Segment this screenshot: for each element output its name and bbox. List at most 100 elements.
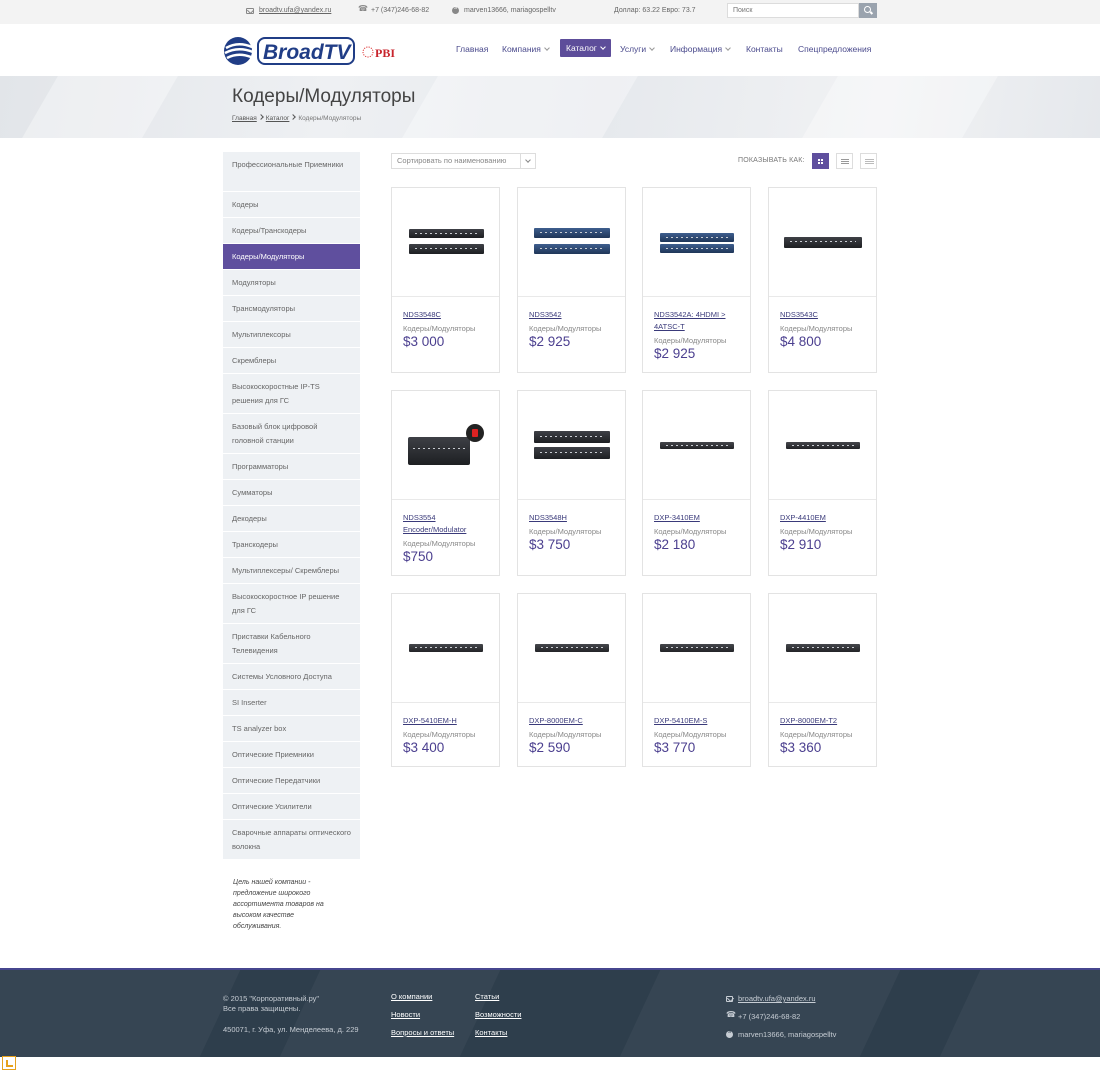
product-card[interactable]: NDS3542 Кодеры/Модуляторы $2 925 (517, 187, 626, 373)
breadcrumb-catalog[interactable]: Каталог (266, 115, 290, 122)
product-image[interactable] (518, 188, 625, 297)
view-table-button[interactable] (860, 153, 877, 169)
footer-link-about[interactable]: О компании (391, 992, 432, 1001)
sidebar-item[interactable]: Декодеры (223, 506, 360, 532)
sidebar-item[interactable]: SI Inserter (223, 690, 360, 716)
footer-link-contacts[interactable]: Контакты (475, 1028, 507, 1037)
nav-home[interactable]: Главная (456, 40, 488, 58)
footer-link-features[interactable]: Возможности (475, 1010, 521, 1019)
sidebar-item[interactable]: Скремблеры (223, 348, 360, 374)
footer-address: 450071, г. Уфа, ул. Менделеева, д. 229 (223, 1025, 359, 1034)
product-image[interactable] (392, 594, 499, 703)
nav-special-offers[interactable]: Спецпредложения (798, 40, 871, 58)
sidebar-item[interactable]: Модуляторы (223, 270, 360, 296)
footer-link-articles[interactable]: Статьи (475, 992, 499, 1001)
nav-services[interactable]: Услуги (620, 40, 655, 58)
product-card[interactable]: DXP-3410EM Кодеры/Модуляторы $2 180 (642, 390, 751, 576)
product-name-link[interactable]: DXP-4410EM (780, 512, 872, 524)
chevron-down-icon (544, 45, 550, 51)
breadcrumb-home[interactable]: Главная (232, 115, 257, 122)
product-image[interactable] (392, 188, 499, 297)
sidebar-item[interactable]: Высокоскоростное IP решение для ГС (223, 584, 360, 624)
product-image[interactable] (643, 594, 750, 703)
topbar-email[interactable]: broadtv.ufa@yandex.ru (246, 7, 331, 14)
sidebar-item[interactable]: Кодеры/Транскодеры (223, 218, 360, 244)
product-card[interactable]: NDS3543C Кодеры/Модуляторы $4 800 (768, 187, 877, 373)
product-name-link[interactable]: NDS3542 (529, 309, 621, 321)
sidebar-item-active[interactable]: Кодеры/Модуляторы (223, 244, 360, 270)
product-name-link[interactable]: NDS3554 Encoder/Modulator (403, 512, 495, 536)
product-image[interactable] (643, 391, 750, 500)
product-name-link[interactable]: NDS3548C (403, 309, 495, 321)
product-image[interactable] (769, 188, 876, 297)
sidebar-item[interactable]: Мультиплексеры/ Скремблеры (223, 558, 360, 584)
product-card[interactable]: DXP-5410EM-H Кодеры/Модуляторы $3 400 (391, 593, 500, 767)
sidebar-item[interactable]: Транскодеры (223, 532, 360, 558)
search-input[interactable] (727, 3, 859, 18)
footer-email-link[interactable]: broadtv.ufa@yandex.ru (738, 994, 816, 1003)
product-name-link[interactable]: DXP-8000EM-T2 (780, 715, 872, 727)
product-card[interactable]: NDS3554 Encoder/Modulator Кодеры/Модулят… (391, 390, 500, 576)
footer-copyright-line: © 2015 "Корпоративный.ру" (223, 994, 320, 1003)
product-name-link[interactable]: DXP-3410EM (654, 512, 746, 524)
sidebar-item[interactable]: Высокоскоростные IP-TS решения для ГС (223, 374, 360, 414)
view-grid-button[interactable] (812, 153, 829, 169)
product-category: Кодеры/Модуляторы (403, 324, 476, 333)
nav-company[interactable]: Компания (502, 40, 550, 58)
sidebar-item[interactable]: Кодеры (223, 192, 360, 218)
product-name-link[interactable]: NDS3548H (529, 512, 621, 524)
device-accessory (472, 429, 478, 437)
sidebar-item[interactable]: TS analyzer box (223, 716, 360, 742)
product-card[interactable]: NDS3542A: 4HDMI > 4ATSC-T Кодеры/Модулят… (642, 187, 751, 373)
topbar-email-link[interactable]: broadtv.ufa@yandex.ru (259, 7, 331, 14)
product-image[interactable] (392, 391, 499, 500)
product-card[interactable]: NDS3548H Кодеры/Модуляторы $3 750 (517, 390, 626, 576)
sidebar-item[interactable]: Мультиплексоры (223, 322, 360, 348)
product-card[interactable]: DXP-8000EM-T2 Кодеры/Модуляторы $3 360 (768, 593, 877, 767)
sidebar-item[interactable]: Оптические Передатчики (223, 768, 360, 794)
breadcrumb-separator-icon (257, 114, 264, 120)
product-price: $2 590 (529, 740, 571, 755)
page-title: Кодеры/Модуляторы (232, 86, 416, 107)
sidebar-item[interactable]: Трансмодуляторы (223, 296, 360, 322)
product-name-link[interactable]: DXP-5410EM-S (654, 715, 746, 727)
sidebar-item[interactable]: Сумматоры (223, 480, 360, 506)
nav-info[interactable]: Информация (670, 40, 731, 58)
nav-catalog[interactable]: Каталог (560, 39, 611, 57)
product-card[interactable]: DXP-4410EM Кодеры/Модуляторы $2 910 (768, 390, 877, 576)
sidebar-item[interactable]: Профессиональные Приемники (223, 152, 360, 192)
sidebar-item[interactable]: Оптические Усилители (223, 794, 360, 820)
sidebar-item[interactable]: Программаторы (223, 454, 360, 480)
product-image[interactable] (518, 594, 625, 703)
product-name-link[interactable]: NDS3542A: 4HDMI > 4ATSC-T (654, 309, 746, 333)
sort-select[interactable]: Сортировать по наименованию (391, 153, 536, 169)
product-image[interactable] (769, 594, 876, 703)
footer-email[interactable]: broadtv.ufa@yandex.ru (726, 994, 816, 1003)
sidebar-item[interactable]: Системы Условного Доступа (223, 664, 360, 690)
sidebar-item[interactable]: Базовый блок цифровой головной станции (223, 414, 360, 454)
product-card[interactable]: DXP-8000EM-C Кодеры/Модуляторы $2 590 (517, 593, 626, 767)
chevron-down-icon (725, 45, 731, 51)
product-image[interactable] (643, 188, 750, 297)
footer-link-news[interactable]: Новости (391, 1010, 420, 1019)
decor-shape (402, 76, 638, 138)
chevron-down-icon (525, 157, 531, 163)
search-button[interactable] (859, 3, 877, 18)
product-card[interactable]: DXP-5410EM-S Кодеры/Модуляторы $3 770 (642, 593, 751, 767)
view-list-button[interactable] (836, 153, 853, 169)
sidebar-item[interactable]: Сварочные аппараты оптического волокна (223, 820, 360, 860)
logo[interactable]: BroadTV PBI (223, 35, 403, 67)
sidebar-item[interactable]: Приставки Кабельного Телевидения (223, 624, 360, 664)
nav-contacts[interactable]: Контакты (746, 40, 783, 58)
product-price: $2 925 (529, 334, 571, 349)
product-image[interactable] (769, 391, 876, 500)
product-card[interactable]: NDS3548C Кодеры/Модуляторы $3 000 (391, 187, 500, 373)
expand-arrow-icon[interactable] (2, 1056, 16, 1070)
product-price: $3 750 (529, 537, 571, 552)
product-name-link[interactable]: DXP-8000EM-C (529, 715, 621, 727)
product-image[interactable] (518, 391, 625, 500)
footer-link-faq[interactable]: Вопросы и ответы (391, 1028, 454, 1037)
product-name-link[interactable]: NDS3543C (780, 309, 872, 321)
sidebar-item[interactable]: Оптические Приемники (223, 742, 360, 768)
product-name-link[interactable]: DXP-5410EM-H (403, 715, 495, 727)
